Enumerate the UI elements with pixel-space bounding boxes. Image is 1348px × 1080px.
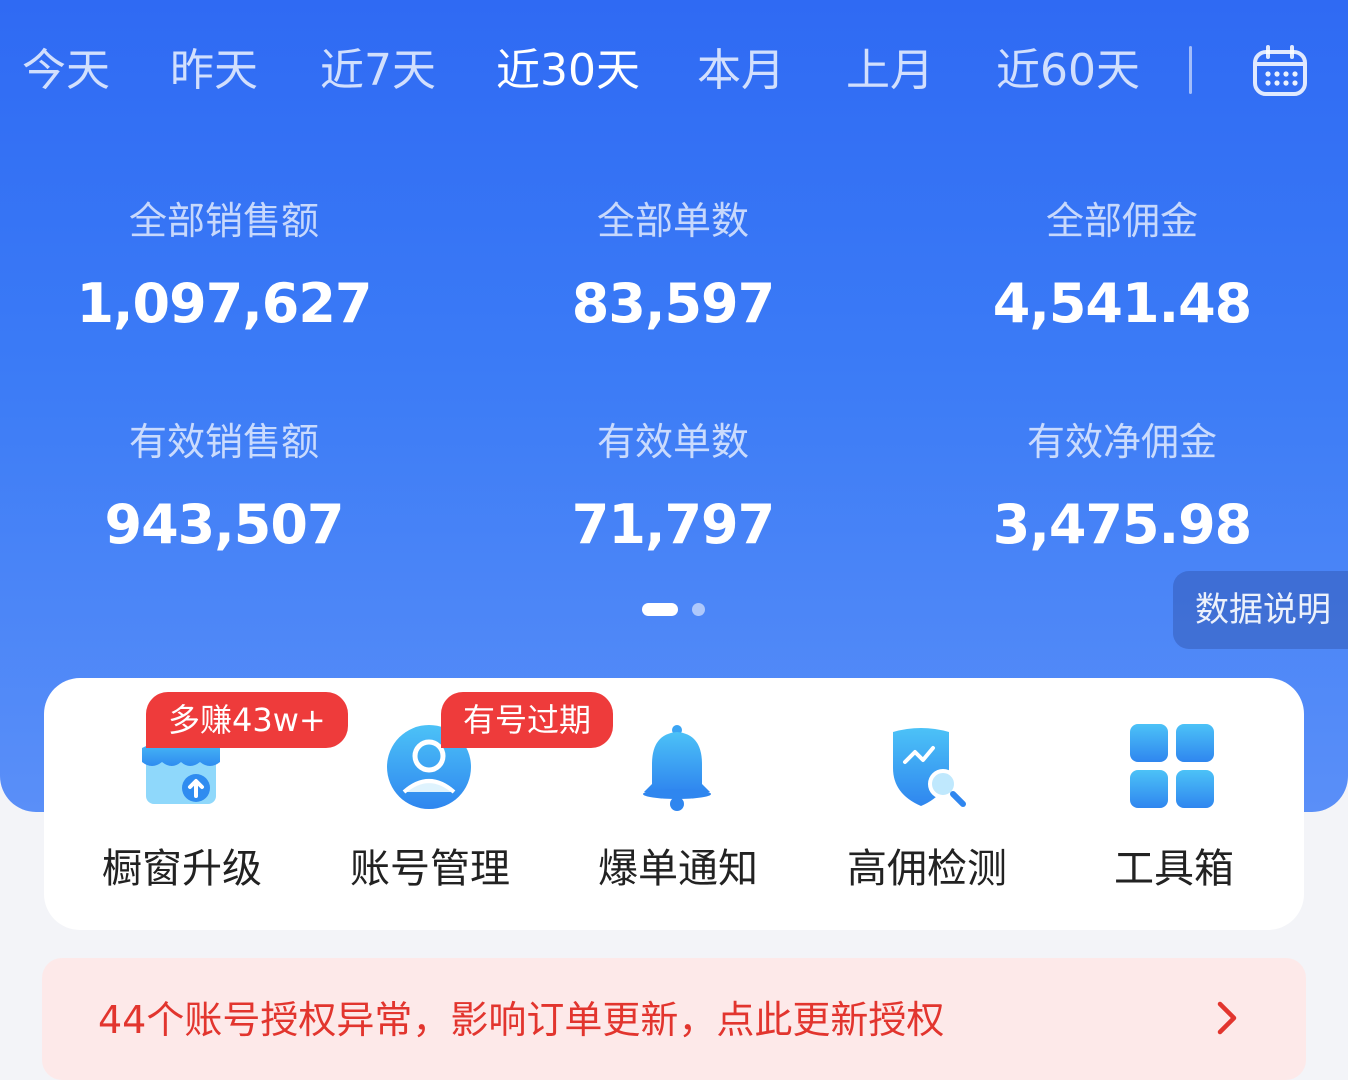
stat-label: 全部佣金 (1045, 199, 1198, 243)
bell-icon (632, 722, 722, 812)
shield-search-icon (881, 722, 971, 812)
stat-label: 全部单数 (596, 199, 749, 243)
tab-yesterday[interactable]: 昨天 (170, 36, 258, 106)
tool-order-notification[interactable]: 爆单通知 (548, 678, 800, 930)
grid-apps-icon (1128, 722, 1218, 812)
stat-total-orders: 全部单数 83,597 (463, 196, 883, 344)
data-explanation-button[interactable]: 数据说明 (1173, 571, 1348, 649)
tool-label: 橱窗升级 (102, 846, 262, 892)
stat-total-commission: 全部佣金 4,541.48 (912, 196, 1332, 344)
stat-label: 全部销售额 (128, 199, 319, 243)
quick-tools-card: 橱窗升级 多赚43w+ 账号管理 有号过期 爆单通知 高佣检测 工具箱 (44, 678, 1304, 930)
tool-label: 账号管理 (350, 846, 510, 892)
dashboard-page: 今天 昨天 近7天 近30天 本月 上月 近60天 全部销售额 1,097,62… (0, 0, 1348, 1080)
tool-high-commission-check[interactable]: 高佣检测 (797, 678, 1049, 930)
tool-toolbox[interactable]: 工具箱 (1044, 678, 1296, 930)
stat-label: 有效销售额 (128, 420, 319, 464)
tool-label: 工具箱 (1114, 846, 1234, 892)
date-range-tabs: 今天 昨天 近7天 近30天 本月 上月 近60天 (0, 36, 1348, 106)
stat-value: 71,797 (571, 493, 775, 556)
authorization-warning-banner[interactable]: 44个账号授权异常，影响订单更新，点此更新授权 (42, 958, 1306, 1080)
tab-last-7-days[interactable]: 近7天 (320, 36, 436, 106)
tool-label: 爆单通知 (598, 846, 758, 892)
tab-last-month[interactable]: 上月 (846, 36, 934, 106)
pager-dot-active[interactable] (642, 603, 678, 616)
stat-value: 1,097,627 (76, 272, 372, 335)
tab-this-month[interactable]: 本月 (697, 36, 785, 106)
stat-value: 3,475.98 (992, 493, 1252, 556)
chevron-right-icon (1212, 998, 1242, 1038)
tool-label: 高佣检测 (847, 846, 1007, 892)
tab-last-30-days[interactable]: 近30天 (496, 36, 640, 106)
stat-value: 83,597 (571, 272, 775, 335)
stat-value: 4,541.48 (992, 272, 1252, 335)
calendar-icon[interactable] (1252, 44, 1308, 98)
stat-label: 有效净佣金 (1026, 420, 1217, 464)
stat-valid-net-commission: 有效净佣金 3,475.98 (912, 417, 1332, 565)
pager-dot[interactable] (692, 603, 705, 616)
stat-valid-orders: 有效单数 71,797 (463, 417, 883, 565)
stat-valid-sales: 有效销售额 943,507 (14, 417, 434, 565)
stat-label: 有效单数 (596, 420, 749, 464)
tab-last-60-days[interactable]: 近60天 (996, 36, 1140, 106)
authorization-warning-text: 44个账号授权异常，影响订单更新，点此更新授权 (98, 998, 945, 1042)
stat-value: 943,507 (104, 493, 345, 556)
tab-today[interactable]: 今天 (22, 36, 110, 106)
stat-total-sales: 全部销售额 1,097,627 (14, 196, 434, 344)
tabs-divider (1189, 46, 1192, 94)
